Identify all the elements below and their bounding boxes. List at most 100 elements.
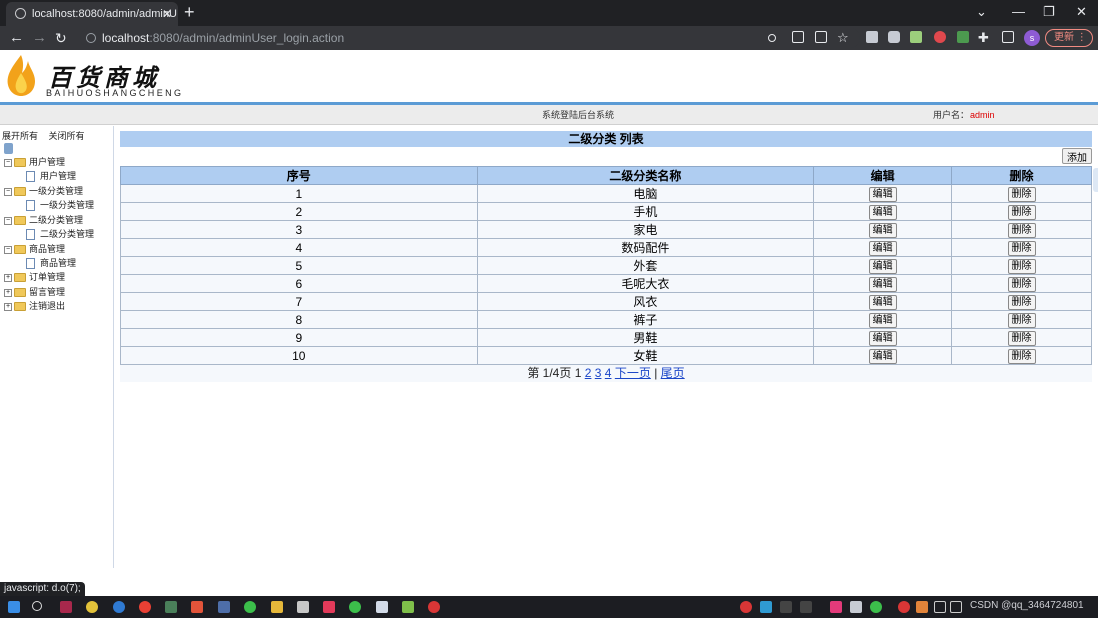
- edit-button[interactable]: 编辑: [868, 276, 897, 292]
- delete-button[interactable]: 删除: [1007, 240, 1036, 256]
- image-extension-icon[interactable]: [910, 31, 922, 43]
- app-icon[interactable]: [139, 601, 151, 613]
- puzzle-icon[interactable]: ✚: [978, 26, 989, 50]
- edit-button[interactable]: 编辑: [868, 348, 897, 364]
- bookmark-star-icon[interactable]: ☆: [837, 26, 849, 50]
- address-bar[interactable]: localhost:8080/admin/adminUser_login.act…: [80, 28, 860, 48]
- tray-icon[interactable]: [740, 601, 752, 613]
- tray-icon[interactable]: [760, 601, 772, 613]
- browser-tab[interactable]: localhost:8080/admin/adminU ✕: [6, 2, 178, 26]
- tray-icon[interactable]: [870, 601, 882, 613]
- tree-item-products[interactable]: − 商品管理: [4, 242, 65, 256]
- next-page-link[interactable]: 下一页: [615, 366, 651, 380]
- tray-icon[interactable]: [800, 601, 812, 613]
- tree-item-user-management[interactable]: − 用户管理: [4, 155, 65, 169]
- network-icon[interactable]: [934, 601, 946, 613]
- edit-button[interactable]: 编辑: [868, 204, 897, 220]
- search-icon[interactable]: [32, 601, 42, 611]
- page-link-4[interactable]: 4: [605, 366, 612, 380]
- close-tab-icon[interactable]: ✕: [162, 2, 172, 26]
- tree-child-category2[interactable]: 二级分类管理: [26, 227, 94, 241]
- edit-button[interactable]: 编辑: [868, 222, 897, 238]
- collapse-icon[interactable]: −: [4, 245, 12, 254]
- edit-button[interactable]: 编辑: [868, 294, 897, 310]
- tray-icon[interactable]: [916, 601, 928, 613]
- forward-icon[interactable]: →: [32, 26, 47, 50]
- collapse-all-link[interactable]: 关闭所有: [49, 131, 85, 141]
- delete-button[interactable]: 删除: [1007, 348, 1036, 364]
- add-button[interactable]: 添加: [1062, 148, 1092, 164]
- side-panel-icon[interactable]: [1002, 31, 1014, 43]
- chevron-down-icon[interactable]: ⌄: [976, 0, 987, 24]
- key-icon[interactable]: [768, 34, 776, 42]
- expand-icon[interactable]: +: [4, 273, 12, 282]
- folder-icon[interactable]: [271, 601, 283, 613]
- app-icon[interactable]: [191, 601, 203, 613]
- delete-button[interactable]: 删除: [1007, 186, 1036, 202]
- restore-icon[interactable]: ❐: [1043, 0, 1055, 24]
- tray-icon[interactable]: [780, 601, 792, 613]
- delete-button[interactable]: 删除: [1007, 330, 1036, 346]
- chrome-icon[interactable]: [86, 601, 98, 613]
- app-icon[interactable]: [165, 601, 177, 613]
- side-handle[interactable]: [1093, 168, 1098, 192]
- delete-button[interactable]: 删除: [1007, 294, 1036, 310]
- app-icon[interactable]: [113, 601, 125, 613]
- last-page-link[interactable]: 尾页: [661, 366, 685, 380]
- tree-item-logout[interactable]: + 注销退出: [4, 299, 65, 313]
- page-link-3[interactable]: 3: [595, 366, 602, 380]
- app-icon[interactable]: [218, 601, 230, 613]
- tree-item-category1[interactable]: − 一级分类管理: [4, 184, 83, 198]
- reload-icon[interactable]: ↻: [55, 26, 67, 50]
- record-icon[interactable]: [428, 601, 440, 613]
- delete-button[interactable]: 删除: [1007, 258, 1036, 274]
- back-icon[interactable]: ←: [9, 26, 24, 50]
- tray-icon[interactable]: [830, 601, 842, 613]
- share-icon[interactable]: [815, 31, 827, 43]
- shield-icon[interactable]: [934, 31, 946, 43]
- close-window-icon[interactable]: ✕: [1076, 0, 1087, 24]
- expand-icon[interactable]: +: [4, 288, 12, 297]
- app-icon[interactable]: [402, 601, 414, 613]
- delete-button[interactable]: 删除: [1007, 204, 1036, 220]
- tree-item-category2[interactable]: − 二级分类管理: [4, 213, 83, 227]
- app-icon[interactable]: [323, 601, 335, 613]
- app-icon[interactable]: [297, 601, 309, 613]
- collapse-icon[interactable]: −: [4, 216, 12, 225]
- tree-item-orders[interactable]: + 订单管理: [4, 270, 65, 284]
- pen-extension-icon[interactable]: [957, 31, 969, 43]
- app-icon[interactable]: [376, 601, 388, 613]
- tray-icon[interactable]: [898, 601, 910, 613]
- minimize-icon[interactable]: —: [1012, 0, 1025, 24]
- extension-icon[interactable]: [866, 31, 878, 43]
- delete-button[interactable]: 删除: [1007, 222, 1036, 238]
- app-icon[interactable]: [60, 601, 72, 613]
- collapse-icon[interactable]: −: [4, 158, 12, 167]
- collapse-icon[interactable]: −: [4, 187, 12, 196]
- windows-start-icon[interactable]: [8, 601, 20, 613]
- tree-child-category1[interactable]: 一级分类管理: [26, 198, 94, 212]
- wechat-icon[interactable]: [349, 601, 361, 613]
- tree-item-messages[interactable]: + 留言管理: [4, 285, 65, 299]
- open-external-icon[interactable]: [792, 31, 804, 43]
- delete-button[interactable]: 删除: [1007, 312, 1036, 328]
- delete-cell: 删除: [951, 256, 1092, 275]
- tree-child-user-management[interactable]: 用户管理: [26, 169, 76, 183]
- update-button[interactable]: 更新 ⋮: [1045, 29, 1093, 47]
- tree-child-products[interactable]: 商品管理: [26, 256, 76, 270]
- sync-icon[interactable]: [244, 601, 256, 613]
- page-link-2[interactable]: 2: [585, 366, 592, 380]
- profile-avatar[interactable]: s: [1024, 30, 1040, 46]
- expand-all-link[interactable]: 展开所有: [2, 131, 38, 141]
- edit-button[interactable]: 编辑: [868, 312, 897, 328]
- volume-icon[interactable]: [950, 601, 962, 613]
- edit-button[interactable]: 编辑: [868, 186, 897, 202]
- expand-icon[interactable]: +: [4, 302, 12, 311]
- tray-icon[interactable]: [850, 601, 862, 613]
- new-tab-icon[interactable]: +: [184, 0, 195, 24]
- camera-icon[interactable]: [888, 31, 900, 43]
- delete-button[interactable]: 删除: [1007, 276, 1036, 292]
- edit-button[interactable]: 编辑: [868, 240, 897, 256]
- edit-button[interactable]: 编辑: [868, 258, 897, 274]
- edit-button[interactable]: 编辑: [868, 330, 897, 346]
